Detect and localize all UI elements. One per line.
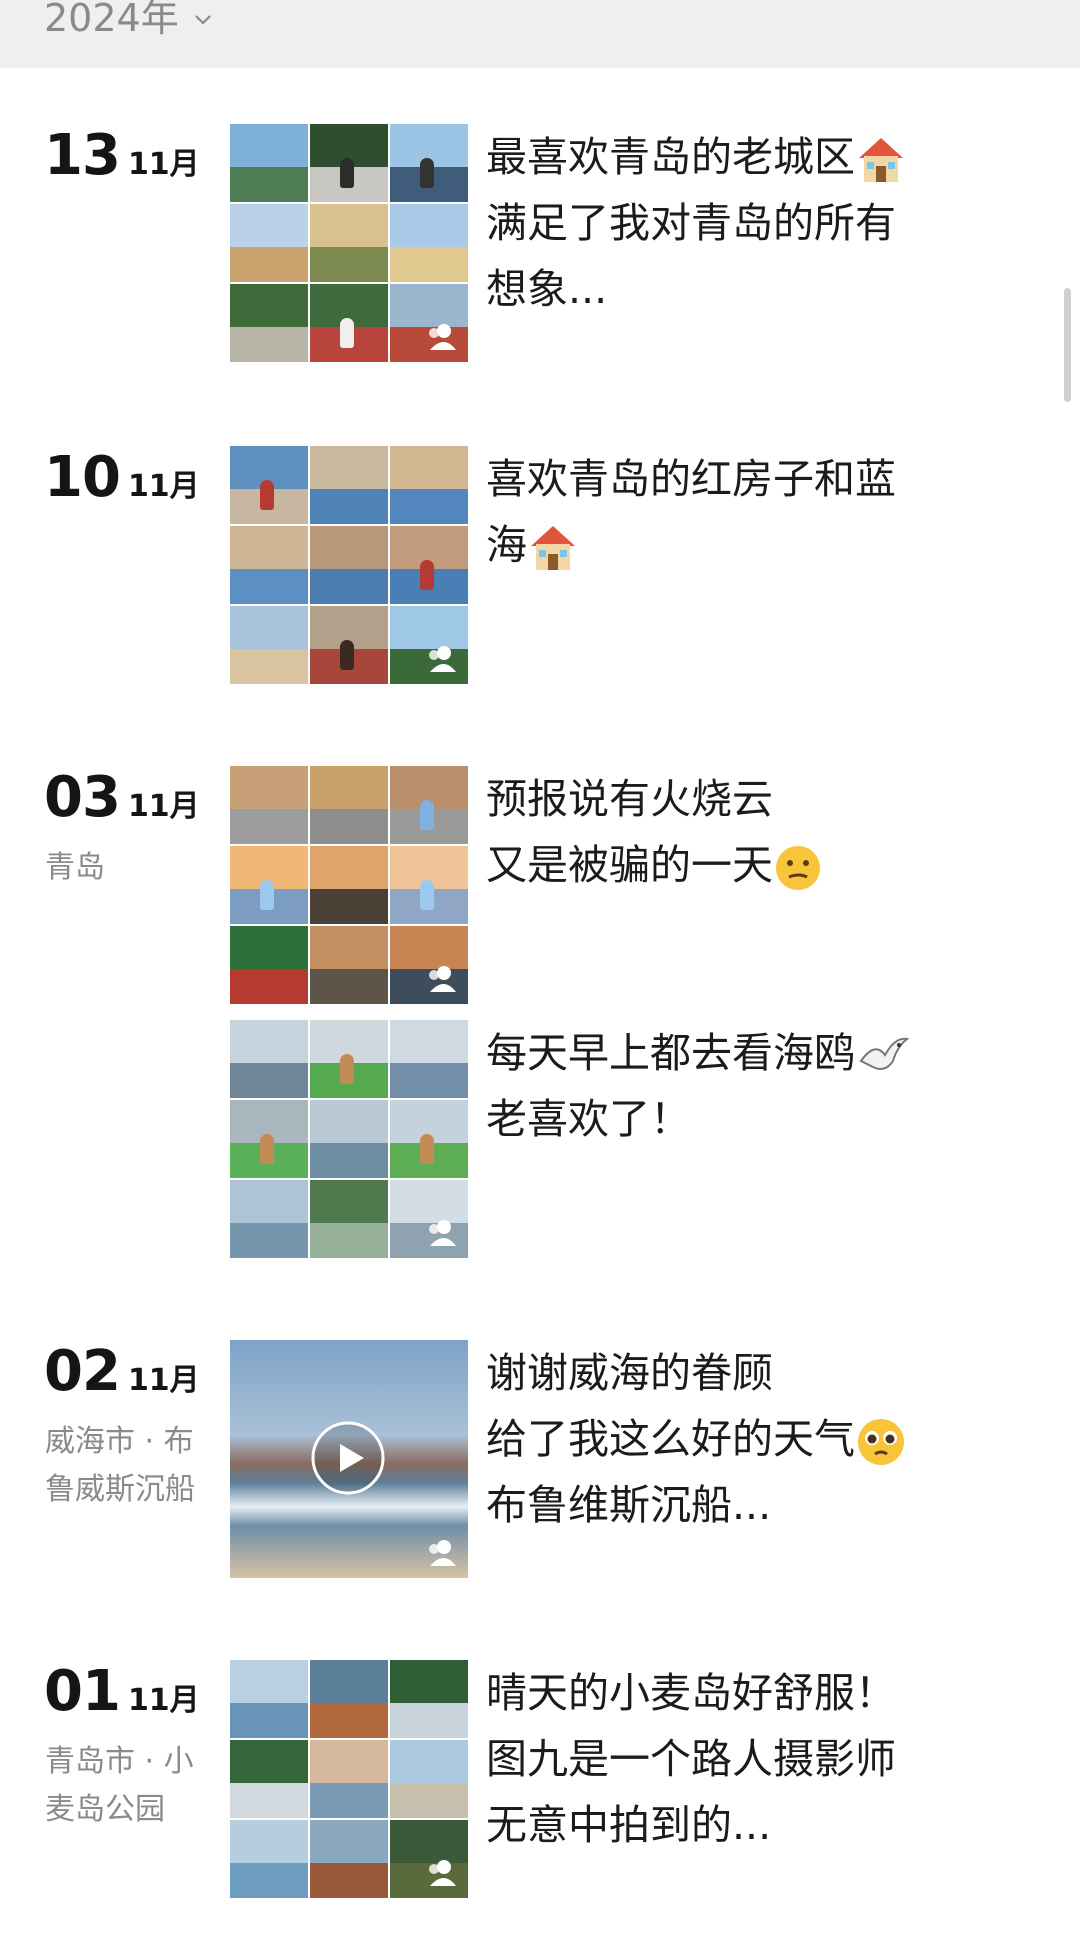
- caption-line: 最喜欢青岛的老城区: [486, 133, 855, 181]
- house-emoji-icon: [859, 138, 903, 182]
- photo-thumbnail[interactable]: [230, 1740, 308, 1818]
- entry-date: 13 11月: [44, 124, 200, 188]
- photo-thumbnail[interactable]: [390, 766, 468, 844]
- photo-thumbnail[interactable]: [310, 766, 388, 844]
- photo-thumbnail[interactable]: [310, 526, 388, 604]
- photo-thumbnail[interactable]: [310, 446, 388, 524]
- entry-date: 10 11月: [44, 446, 200, 510]
- photo-thumbnail[interactable]: [390, 1020, 468, 1098]
- photo-thumbnail[interactable]: [230, 606, 308, 684]
- chevron-down-icon: [194, 15, 211, 25]
- photo-thumbnail[interactable]: [390, 846, 468, 924]
- house-emoji-icon: [531, 526, 575, 570]
- photo-thumbnail[interactable]: [390, 124, 468, 202]
- photo-thumbnail[interactable]: [390, 606, 468, 684]
- date-month: 11月: [127, 789, 200, 824]
- photo-thumbnail[interactable]: [310, 1100, 388, 1178]
- photo-grid[interactable]: [230, 1660, 468, 1898]
- photo-grid[interactable]: [230, 124, 468, 362]
- photo-thumbnail[interactable]: [390, 1820, 468, 1898]
- date-month: 11月: [127, 1363, 200, 1398]
- video-thumbnail[interactable]: [230, 1340, 468, 1578]
- year-selector[interactable]: 2024年: [44, 0, 213, 40]
- photo-thumbnail[interactable]: [230, 446, 308, 524]
- date-month: 11月: [127, 147, 200, 182]
- photo-thumbnail[interactable]: [230, 926, 308, 1004]
- photo-thumbnail[interactable]: [390, 446, 468, 524]
- entry-location: 威海市 · 布鲁威斯沉船: [45, 1424, 195, 1507]
- photo-thumbnail[interactable]: [230, 124, 308, 202]
- entry-location: 青岛市 · 小麦岛公园: [45, 1744, 194, 1827]
- entry-location: 青岛: [45, 850, 105, 885]
- photo-thumbnail[interactable]: [230, 204, 308, 282]
- photo-thumbnail[interactable]: [310, 1020, 388, 1098]
- entry-caption: 喜欢青岛的红房子和蓝 海: [486, 446, 1006, 578]
- year-filter-bar: 2024年: [0, 0, 1080, 68]
- caption-line: 满足了我对青岛的所有 想象...: [486, 199, 896, 313]
- photo-thumbnail[interactable]: [230, 526, 308, 604]
- photo-thumbnail[interactable]: [310, 124, 388, 202]
- date-day: 02: [44, 1339, 121, 1404]
- date-day: 03: [44, 765, 121, 830]
- photo-thumbnail[interactable]: [390, 284, 468, 362]
- photo-thumbnail[interactable]: [310, 1660, 388, 1738]
- caption-line: 预报说有火烧云 又是被骗的一天: [486, 775, 773, 889]
- entry-date: 02 11月: [44, 1340, 200, 1404]
- people-tag-icon: [429, 966, 456, 992]
- people-tag-icon: [429, 1220, 456, 1246]
- people-tag-icon: [429, 1540, 456, 1566]
- photo-thumbnail[interactable]: [390, 1180, 468, 1258]
- photo-thumbnail[interactable]: [230, 284, 308, 362]
- photo-thumbnail[interactable]: [390, 926, 468, 1004]
- entry-caption: 每天早上都去看海鸥 老喜欢了！: [486, 1020, 1006, 1152]
- photo-thumbnail[interactable]: [390, 1100, 468, 1178]
- photo-thumbnail[interactable]: [310, 1820, 388, 1898]
- entry-date: 01 11月: [44, 1660, 200, 1724]
- caption-line: 布鲁维斯沉船...: [486, 1481, 772, 1529]
- date-day: 13: [44, 123, 121, 188]
- photo-thumbnail[interactable]: [230, 846, 308, 924]
- caption-line: 每天早上都去看海鸥: [486, 1029, 855, 1077]
- photo-thumbnail[interactable]: [230, 1180, 308, 1258]
- entry-caption: 预报说有火烧云 又是被骗的一天: [486, 766, 1006, 898]
- people-tag-icon: [429, 646, 456, 672]
- people-tag-icon: [429, 324, 456, 350]
- photo-thumbnail[interactable]: [390, 526, 468, 604]
- caption-line: 谢谢威海的眷顾 给了我这么好的天气: [486, 1349, 855, 1463]
- year-label: 2024年: [44, 0, 179, 40]
- photo-thumbnail[interactable]: [310, 284, 388, 362]
- date-month: 11月: [127, 469, 200, 504]
- entry-caption: 谢谢威海的眷顾 给了我这么好的天气 布鲁维斯沉船...: [486, 1340, 1006, 1538]
- photo-thumbnail[interactable]: [310, 1180, 388, 1258]
- entry-date: 03 11月: [44, 766, 200, 830]
- photo-thumbnail[interactable]: [230, 1100, 308, 1178]
- photo-thumbnail[interactable]: [390, 1740, 468, 1818]
- photo-thumbnail[interactable]: [230, 1020, 308, 1098]
- photo-thumbnail[interactable]: [390, 1660, 468, 1738]
- photo-thumbnail[interactable]: [310, 204, 388, 282]
- photo-thumbnail[interactable]: [230, 766, 308, 844]
- date-day: 10: [44, 445, 121, 510]
- date-day: 01: [44, 1659, 121, 1724]
- pleading-face-emoji-icon: [858, 1419, 904, 1465]
- photo-thumbnail[interactable]: [390, 204, 468, 282]
- seagull-emoji-icon: [859, 1037, 910, 1070]
- entry-caption: 最喜欢青岛的老城区 满足了我对青岛的所有 想象...: [486, 124, 1006, 322]
- photo-grid[interactable]: [230, 766, 468, 1004]
- photo-thumbnail[interactable]: [310, 1740, 388, 1818]
- photo-thumbnail[interactable]: [310, 846, 388, 924]
- people-tag-icon: [429, 1860, 456, 1886]
- confused-face-emoji-icon: [776, 846, 820, 890]
- photo-grid[interactable]: [230, 446, 468, 684]
- photo-thumbnail[interactable]: [230, 1820, 308, 1898]
- scrollbar-thumb[interactable]: [1064, 288, 1071, 402]
- play-icon[interactable]: [310, 1420, 386, 1496]
- caption-line: 老喜欢了！: [486, 1095, 691, 1143]
- photo-thumbnail[interactable]: [310, 926, 388, 1004]
- entry-caption: 晴天的小麦岛好舒服！ 图九是一个路人摄影师 无意中拍到的...: [486, 1669, 896, 1849]
- photo-thumbnail[interactable]: [310, 606, 388, 684]
- photo-thumbnail[interactable]: [230, 1660, 308, 1738]
- date-month: 11月: [127, 1683, 200, 1718]
- photo-grid[interactable]: [230, 1020, 468, 1258]
